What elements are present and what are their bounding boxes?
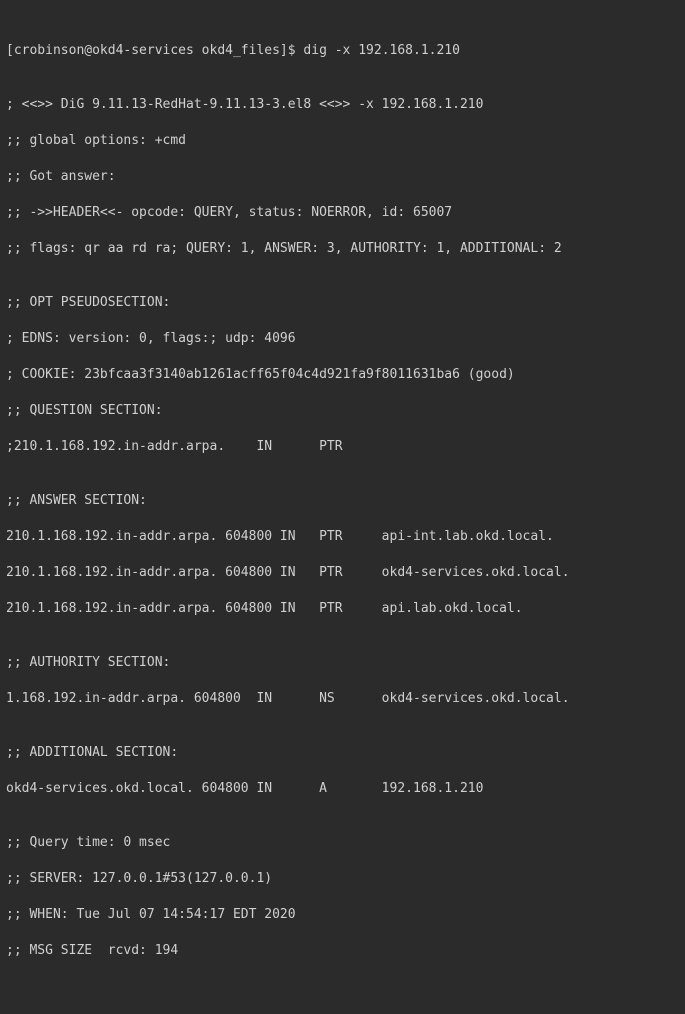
additional-section-header: ;; ADDITIONAL SECTION: <box>6 744 679 762</box>
shell-prompt: [crobinson@okd4-services okd4_files]$ <box>6 43 303 58</box>
question-record: ;210.1.168.192.in-addr.arpa. IN PTR <box>6 438 679 456</box>
authority-section-header: ;; AUTHORITY SECTION: <box>6 654 679 672</box>
msg-size: ;; MSG SIZE rcvd: 194 <box>6 942 679 960</box>
edns-line: ; EDNS: version: 0, flags:; udp: 4096 <box>6 330 679 348</box>
server-line: ;; SERVER: 127.0.0.1#53(127.0.0.1) <box>6 870 679 888</box>
query-time: ;; Query time: 0 msec <box>6 834 679 852</box>
question-section-header: ;; QUESTION SECTION: <box>6 402 679 420</box>
header-line: ;; ->>HEADER<<- opcode: QUERY, status: N… <box>6 204 679 222</box>
dig-banner: ; <<>> DiG 9.11.13-RedHat-9.11.13-3.el8 … <box>6 96 679 114</box>
answer-record: 210.1.168.192.in-addr.arpa. 604800 IN PT… <box>6 600 679 618</box>
opt-section-header: ;; OPT PSEUDOSECTION: <box>6 294 679 312</box>
answer-section-header: ;; ANSWER SECTION: <box>6 492 679 510</box>
authority-record: 1.168.192.in-addr.arpa. 604800 IN NS okd… <box>6 690 679 708</box>
global-options: ;; global options: +cmd <box>6 132 679 150</box>
got-answer: ;; Got answer: <box>6 168 679 186</box>
flags-line: ;; flags: qr aa rd ra; QUERY: 1, ANSWER:… <box>6 240 679 258</box>
answer-record: 210.1.168.192.in-addr.arpa. 604800 IN PT… <box>6 564 679 582</box>
cookie-line: ; COOKIE: 23bfcaa3f3140ab1261acff65f04c4… <box>6 366 679 384</box>
answer-record: 210.1.168.192.in-addr.arpa. 604800 IN PT… <box>6 528 679 546</box>
prompt-line[interactable]: [crobinson@okd4-services okd4_files]$ di… <box>6 42 679 60</box>
additional-record: okd4-services.okd.local. 604800 IN A 192… <box>6 780 679 798</box>
typed-command: dig -x 192.168.1.210 <box>303 43 460 58</box>
when-line: ;; WHEN: Tue Jul 07 14:54:17 EDT 2020 <box>6 906 679 924</box>
